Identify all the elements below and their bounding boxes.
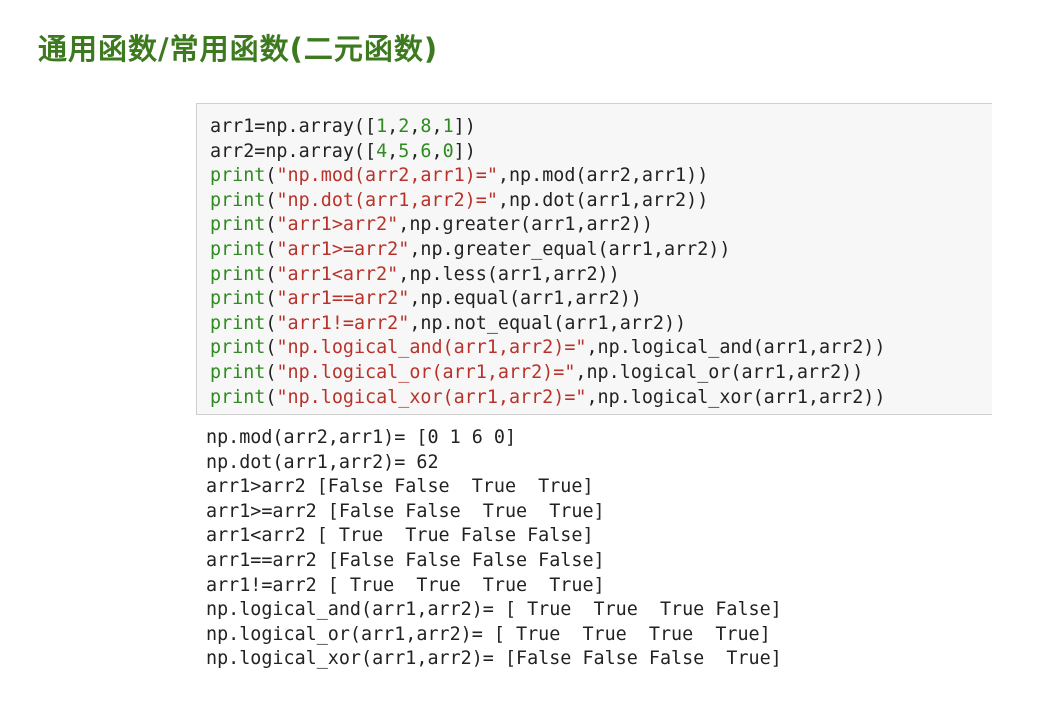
output-line: arr1<arr2 [ True True False False] bbox=[206, 525, 594, 547]
code-text: ,np.logical_or(arr1,arr2)) bbox=[575, 361, 864, 383]
code-keyword: print bbox=[210, 214, 266, 236]
code-number: 8 bbox=[420, 116, 432, 137]
code-string: "np.dot(arr1,arr2)=" bbox=[276, 189, 498, 211]
code-string: "np.logical_or(arr1,arr2)=" bbox=[276, 361, 576, 383]
code-string: "np.mod(arr2,arr1)=" bbox=[276, 165, 498, 187]
code-line: print("np.logical_and(arr1,arr2)=",np.lo… bbox=[210, 336, 885, 361]
code-text: ,np.equal(arr1,arr2)) bbox=[409, 288, 642, 310]
output-line: np.logical_or(arr1,arr2)= [ True True Tr… bbox=[206, 623, 771, 645]
code-text: ,np.not_equal(arr1,arr2)) bbox=[409, 312, 687, 334]
code-text: , bbox=[409, 140, 421, 162]
code-keyword: print bbox=[210, 312, 266, 334]
output-line: np.dot(arr1,arr2)= 62 bbox=[206, 451, 439, 473]
code-line: print("np.logical_xor(arr1,arr2)=",np.lo… bbox=[210, 386, 885, 411]
code-text: ( bbox=[265, 361, 277, 383]
code-number: 4 bbox=[376, 140, 388, 162]
code-number: 1 bbox=[376, 116, 388, 137]
code-string: "arr1<arr2" bbox=[276, 263, 399, 285]
code-keyword: print bbox=[210, 165, 266, 187]
code-line: print("arr1==arr2",np.equal(arr1,arr2)) bbox=[210, 287, 885, 312]
code-line: print("np.mod(arr2,arr1)=",np.mod(arr2,a… bbox=[210, 164, 885, 189]
output-line: arr1>=arr2 [False False True True] bbox=[206, 500, 605, 522]
code-editor[interactable]: arr1=np.array([1,2,8,1]) arr2=np.array([4… bbox=[210, 115, 885, 410]
code-text: ,np.logical_and(arr1,arr2)) bbox=[586, 337, 886, 359]
code-text: arr2=np.array([ bbox=[210, 140, 377, 162]
code-string: "arr1!=arr2" bbox=[276, 312, 410, 334]
code-text: arr1=np.array([ bbox=[210, 116, 377, 137]
code-text: , bbox=[409, 116, 421, 137]
code-text: ( bbox=[265, 312, 277, 334]
output-line: arr1==arr2 [False False False False] bbox=[206, 549, 605, 571]
code-keyword: print bbox=[210, 238, 266, 260]
code-keyword: print bbox=[210, 361, 266, 383]
code-line: print("arr1>arr2",np.greater(arr1,arr2)) bbox=[210, 213, 885, 238]
cell-output: np.mod(arr2,arr1)= [0 1 6 0] np.dot(arr1,… bbox=[206, 426, 782, 672]
code-text: ,np.logical_xor(arr1,arr2)) bbox=[586, 386, 886, 408]
output-line: np.logical_xor(arr1,arr2)= [False False … bbox=[206, 648, 782, 670]
code-line: print("arr1<arr2",np.less(arr1,arr2)) bbox=[210, 263, 885, 288]
code-string: "arr1==arr2" bbox=[276, 288, 410, 310]
code-keyword: print bbox=[210, 337, 266, 359]
code-text: ( bbox=[265, 288, 277, 310]
output-line: np.mod(arr2,arr1)= [0 1 6 0] bbox=[206, 427, 517, 448]
code-line: print("np.dot(arr1,arr2)=",np.dot(arr1,a… bbox=[210, 189, 885, 214]
code-text: ,np.less(arr1,arr2)) bbox=[398, 263, 620, 285]
code-text: ]) bbox=[453, 116, 476, 137]
code-text: ( bbox=[265, 263, 277, 285]
code-number: 5 bbox=[398, 140, 410, 162]
code-keyword: print bbox=[210, 263, 266, 285]
code-string: "arr1>arr2" bbox=[276, 214, 399, 236]
code-number: 2 bbox=[398, 116, 410, 137]
code-text: ( bbox=[265, 189, 277, 211]
code-text: ]) bbox=[453, 140, 476, 162]
code-line: arr1=np.array([1,2,8,1]) bbox=[210, 115, 885, 140]
output-line: arr1>arr2 [False False True True] bbox=[206, 476, 594, 498]
code-string: "arr1>=arr2" bbox=[276, 238, 410, 260]
code-text: ( bbox=[265, 165, 277, 187]
code-text: ( bbox=[265, 337, 277, 359]
code-cell-input[interactable]: arr1=np.array([1,2,8,1]) arr2=np.array([4… bbox=[196, 103, 992, 415]
output-line: np.logical_and(arr1,arr2)= [ True True T… bbox=[206, 599, 782, 621]
code-line: print("arr1!=arr2",np.not_equal(arr1,arr… bbox=[210, 312, 885, 337]
code-line: print("arr1>=arr2",np.greater_equal(arr1… bbox=[210, 238, 885, 263]
code-text: , bbox=[387, 140, 399, 162]
code-keyword: print bbox=[210, 189, 266, 211]
code-text: , bbox=[387, 116, 399, 137]
code-text: ( bbox=[265, 386, 277, 408]
code-number: 0 bbox=[442, 140, 454, 162]
code-text: , bbox=[431, 116, 443, 137]
code-text: ( bbox=[265, 238, 277, 260]
section-heading: 通用函数/常用函数(二元函数) bbox=[38, 32, 439, 66]
code-text: ,np.greater_equal(arr1,arr2)) bbox=[409, 238, 731, 260]
code-number: 1 bbox=[442, 116, 454, 137]
output-line: arr1!=arr2 [ True True True True] bbox=[206, 574, 605, 596]
code-string: "np.logical_xor(arr1,arr2)=" bbox=[276, 386, 587, 408]
code-text: ,np.greater(arr1,arr2)) bbox=[398, 214, 653, 236]
code-string: "np.logical_and(arr1,arr2)=" bbox=[276, 337, 587, 359]
code-line: print("np.logical_or(arr1,arr2)=",np.log… bbox=[210, 361, 885, 386]
code-keyword: print bbox=[210, 386, 266, 408]
code-text: ,np.mod(arr2,arr1)) bbox=[497, 165, 709, 187]
code-text: , bbox=[431, 140, 443, 162]
code-text: ,np.dot(arr1,arr2)) bbox=[497, 189, 709, 211]
code-text: ( bbox=[265, 214, 277, 236]
code-keyword: print bbox=[210, 288, 266, 310]
code-number: 6 bbox=[420, 140, 432, 162]
code-line: arr2=np.array([4,5,6,0]) bbox=[210, 140, 885, 165]
